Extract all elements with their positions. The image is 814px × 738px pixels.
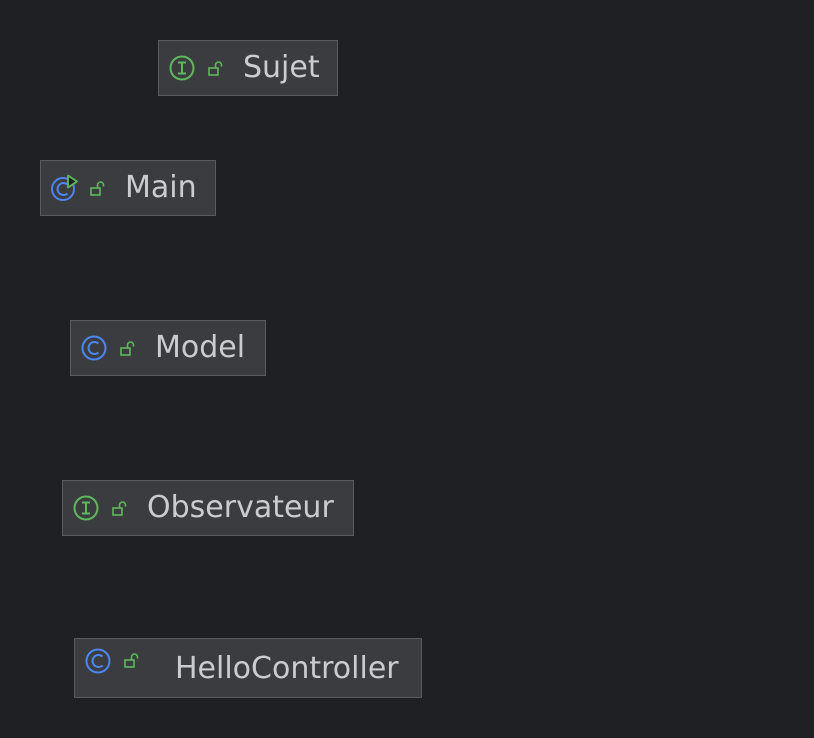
node-label: Sujet <box>243 50 320 85</box>
unlocked-icon <box>207 60 225 78</box>
node-label: HelloController <box>175 651 399 686</box>
runnable-class-icon <box>50 174 78 202</box>
diagram-canvas: Sujet Main Model Observateur HelloContro… <box>0 0 814 738</box>
node-label: Model <box>155 330 246 365</box>
unlocked-icon <box>89 180 107 198</box>
interface-icon <box>72 494 100 522</box>
node-observateur[interactable]: Observateur <box>62 480 354 536</box>
class-icon <box>84 647 112 675</box>
unlocked-icon <box>123 652 141 670</box>
node-model[interactable]: Model <box>70 320 266 376</box>
unlocked-icon <box>119 340 137 358</box>
node-label: Observateur <box>147 490 334 525</box>
interface-icon <box>168 54 196 82</box>
class-icon <box>80 334 108 362</box>
node-main[interactable]: Main <box>40 160 216 216</box>
node-label: Main <box>125 170 197 205</box>
node-hellocontroller[interactable]: HelloController <box>74 638 422 698</box>
unlocked-icon <box>111 500 129 518</box>
node-sujet[interactable]: Sujet <box>158 40 338 96</box>
